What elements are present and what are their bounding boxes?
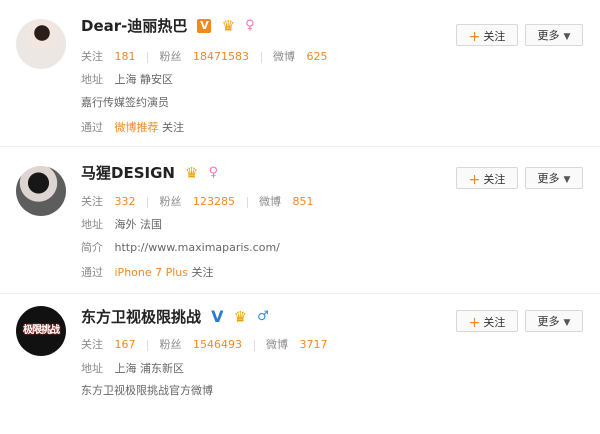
more-button-label: 更多	[537, 29, 560, 42]
follow-label: 关注	[81, 195, 103, 208]
weibo-count[interactable]: 3717	[300, 338, 328, 351]
bio-line: 东方卫视极限挑战官方微博	[81, 382, 213, 398]
female-icon: ♀	[208, 164, 219, 180]
follow-button-label: 关注	[483, 173, 506, 186]
intro-line: 简介 http://www.maximaparis.com/	[81, 239, 280, 255]
more-button[interactable]: 更多 ▼	[525, 24, 583, 46]
follow-button[interactable]: + 关注	[456, 167, 518, 189]
avatar-logo-text: 极限挑战	[23, 325, 60, 336]
weibo-label: 微博	[273, 50, 295, 63]
verified-badge: V	[211, 306, 224, 326]
address-label: 地址	[81, 73, 103, 86]
bio-line: 嘉行传媒签约演员	[81, 94, 169, 110]
fans-label: 粉丝	[159, 338, 182, 351]
stats-row: 关注 332 粉丝 123285 微博 851	[81, 193, 320, 209]
address-value: 上海 静安区	[114, 73, 174, 86]
vip-crown-icon: ♛	[233, 307, 248, 326]
via-prefix: 通过	[81, 121, 103, 134]
address-label: 地址	[81, 362, 103, 375]
via-suffix: 关注	[191, 266, 214, 279]
via-link[interactable]: iPhone 7 Plus	[115, 266, 189, 279]
intro-url[interactable]: http://www.maximaparis.com/	[115, 241, 280, 254]
follow-label: 关注	[81, 338, 103, 351]
plus-icon: +	[468, 315, 481, 331]
stats-divider	[246, 196, 248, 208]
address-line: 地址 海外 法国	[81, 216, 162, 232]
via-suffix: 关注	[162, 121, 184, 134]
avatar[interactable]	[16, 166, 66, 216]
follow-button[interactable]: + 关注	[456, 24, 518, 46]
bio-text: 东方卫视极限挑战官方微博	[81, 384, 213, 397]
chevron-down-icon: ▼	[563, 175, 571, 185]
stats-divider	[260, 51, 262, 63]
weibo-count[interactable]: 625	[307, 50, 328, 63]
follow-label: 关注	[81, 50, 103, 63]
stats-row: 关注 181 粉丝 18471583 微博 625	[81, 48, 334, 64]
follow-button-label: 关注	[483, 30, 506, 43]
fans-count[interactable]: 18471583	[193, 50, 249, 63]
address-value: 上海 浦东新区	[114, 362, 185, 375]
follow-button-label: 关注	[483, 316, 506, 329]
avatar[interactable]	[16, 19, 66, 69]
avatar[interactable]: 极限挑战	[16, 306, 66, 356]
via-prefix: 通过	[81, 266, 103, 279]
more-button-label: 更多	[537, 315, 560, 328]
fans-label: 粉丝	[159, 195, 182, 208]
address-label: 地址	[81, 218, 103, 231]
user-name-row: Dear-迪丽热巴 V ♛ ♀	[81, 15, 255, 35]
stats-row: 关注 167 粉丝 1546493 微博 3717	[81, 336, 334, 352]
weibo-count[interactable]: 851	[293, 195, 314, 208]
intro-label: 简介	[81, 241, 103, 254]
user-name[interactable]: 马猩DESIGN	[81, 164, 175, 182]
verified-badge: V	[197, 18, 212, 33]
stats-divider	[147, 339, 148, 351]
user-name[interactable]: 东方卫视极限挑战	[81, 308, 201, 326]
more-button[interactable]: 更多 ▼	[525, 167, 583, 189]
follow-count[interactable]: 167	[115, 338, 136, 351]
plus-icon: +	[468, 172, 481, 188]
female-icon: ♀	[245, 17, 255, 33]
stats-divider	[147, 196, 148, 208]
more-button[interactable]: 更多 ▼	[525, 310, 583, 332]
address-line: 地址 上海 浦东新区	[81, 360, 184, 376]
follow-count[interactable]: 181	[115, 50, 136, 63]
user-name[interactable]: Dear-迪丽热巴	[81, 17, 187, 35]
vip-crown-icon: ♛	[221, 16, 236, 35]
stats-divider	[253, 339, 255, 351]
follow-button[interactable]: + 关注	[456, 310, 518, 332]
chevron-down-icon: ▼	[563, 32, 571, 42]
more-button-label: 更多	[537, 172, 560, 185]
user-name-row: 马猩DESIGN ♛ ♀	[81, 162, 218, 182]
plus-icon: +	[468, 29, 481, 45]
stats-divider	[147, 51, 148, 63]
chevron-down-icon: ▼	[563, 318, 571, 328]
fans-label: 粉丝	[159, 50, 182, 63]
fans-count[interactable]: 123285	[193, 195, 235, 208]
via-line: 通过 iPhone 7 Plus 关注	[81, 264, 214, 280]
address-line: 地址 上海 静安区	[81, 71, 173, 87]
via-link[interactable]: 微博推荐	[115, 121, 159, 134]
weibo-label: 微博	[266, 338, 288, 351]
fans-count[interactable]: 1546493	[193, 338, 242, 351]
bio-text: 嘉行传媒签约演员	[81, 96, 169, 109]
user-card: 马猩DESIGN ♛ ♀ 关注 332 粉丝 123285 微博 851 地址 …	[0, 147, 600, 287]
follow-count[interactable]: 332	[115, 195, 136, 208]
user-card: Dear-迪丽热巴 V ♛ ♀ 关注 181 粉丝 18471583 微博 62…	[0, 0, 600, 140]
vip-crown-icon: ♛	[185, 163, 199, 182]
male-icon: ♂	[257, 308, 269, 324]
user-name-row: 东方卫视极限挑战 V ♛ ♂	[81, 306, 269, 326]
via-line: 通过 微博推荐 关注	[81, 119, 184, 135]
weibo-label: 微博	[259, 195, 281, 208]
user-card: 极限挑战 东方卫视极限挑战 V ♛ ♂ 关注 167 粉丝 1546493 微博…	[0, 294, 600, 434]
address-value: 海外 法国	[114, 218, 163, 231]
